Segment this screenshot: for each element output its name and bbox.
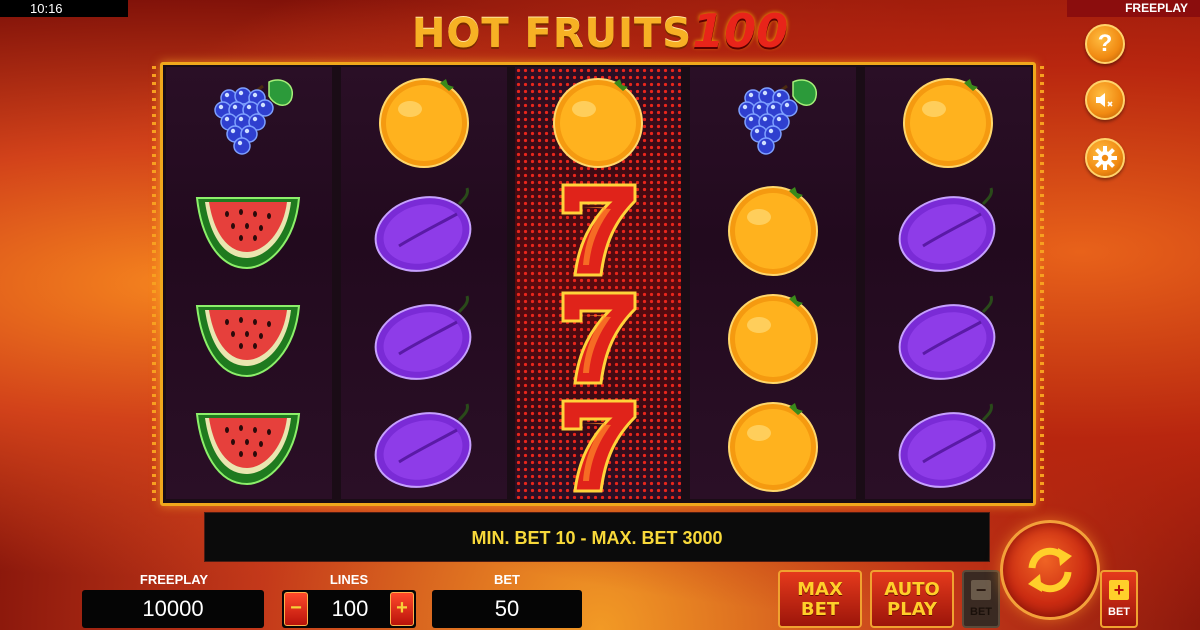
orange-symbol	[690, 175, 856, 283]
settings-gear-icon	[1093, 146, 1117, 170]
bet-value: 50	[432, 590, 582, 628]
seven-symbol	[515, 391, 681, 499]
watermelon-symbol	[166, 391, 332, 499]
payline-dots-right	[1040, 66, 1044, 502]
game-logo: HOT FRUITS100	[300, 4, 900, 64]
payline-dots-left	[152, 66, 156, 502]
sound-button[interactable]	[1085, 80, 1125, 120]
auto-play-button[interactable]: AUTO PLAY	[870, 570, 954, 628]
spin-arrows-icon	[1028, 547, 1072, 593]
mode-badge: FREEPLAY	[1067, 0, 1200, 17]
reel-2	[341, 67, 507, 499]
plum-symbol	[865, 391, 1031, 499]
grapes-symbol	[166, 67, 332, 175]
grapes-symbol	[690, 67, 856, 175]
orange-symbol	[341, 67, 507, 175]
lines-value: 100	[331, 596, 369, 621]
lines-label: LINES	[329, 572, 369, 587]
settings-button[interactable]	[1085, 138, 1125, 178]
auto-play-line2: PLAY	[887, 599, 937, 620]
bet-increase-label: BET	[1108, 606, 1130, 618]
clock: 10:16	[0, 0, 128, 17]
orange-symbol	[865, 67, 1031, 175]
lines-decrease-button[interactable]: −	[284, 592, 308, 626]
lines-increase-button[interactable]: +	[390, 592, 414, 626]
reel-1	[166, 67, 332, 499]
plum-symbol	[341, 391, 507, 499]
watermelon-symbol	[166, 175, 332, 283]
reel-4	[690, 67, 856, 499]
plum-symbol	[341, 283, 507, 391]
auto-play-line1: AUTO	[884, 579, 940, 600]
plum-symbol	[341, 175, 507, 283]
bet-decrease-label: BET	[970, 606, 992, 618]
orange-symbol	[690, 283, 856, 391]
max-bet-button[interactable]: MAX BET	[778, 570, 862, 628]
spin-button[interactable]	[1000, 520, 1100, 620]
reel-3	[515, 67, 681, 499]
bet-decrease-button[interactable]: − BET	[962, 570, 1000, 628]
help-button[interactable]: ?	[1085, 24, 1125, 64]
bet-label: BET	[494, 572, 520, 587]
orange-symbol	[690, 391, 856, 499]
logo-number: 100	[692, 4, 789, 58]
plum-symbol	[865, 175, 1031, 283]
plum-symbol	[865, 283, 1031, 391]
seven-symbol	[515, 175, 681, 283]
seven-symbol	[515, 283, 681, 391]
help-icon: ?	[1097, 30, 1113, 57]
orange-symbol	[515, 67, 681, 175]
logo-text: HOT FRUITS	[411, 11, 693, 57]
balance-label: FREEPLAY	[139, 572, 209, 587]
max-bet-line2: BET	[800, 599, 840, 620]
minus-icon: −	[971, 580, 991, 600]
bet-increase-button[interactable]: + BET	[1100, 570, 1138, 628]
max-bet-line1: MAX	[797, 579, 843, 600]
reel-5	[865, 67, 1031, 499]
balance-value: 10000	[82, 590, 264, 628]
plus-icon: +	[1109, 580, 1129, 600]
sound-muted-icon	[1096, 93, 1113, 107]
bet-limits-message: MIN. BET 10 - MAX. BET 3000	[204, 512, 990, 562]
watermelon-symbol	[166, 283, 332, 391]
